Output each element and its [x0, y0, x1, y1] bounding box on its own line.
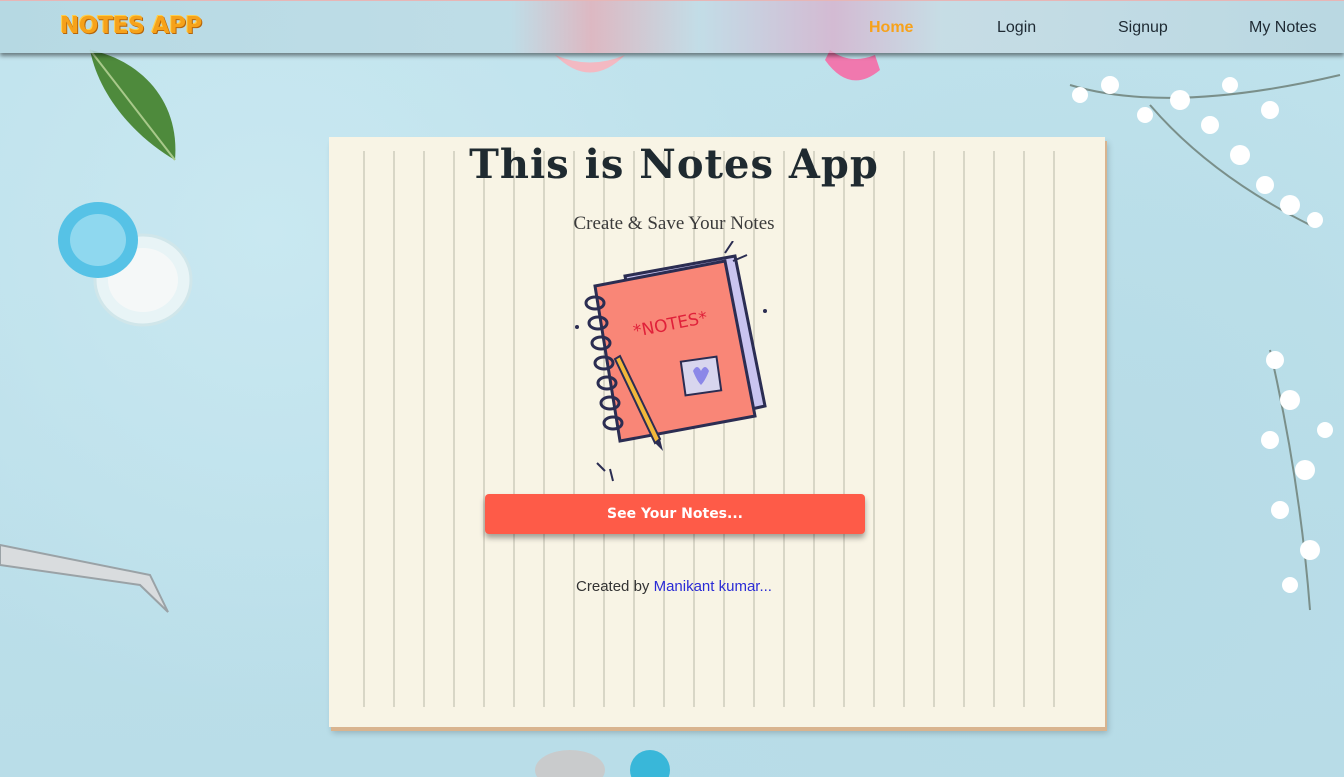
leaf-decoration	[89, 49, 176, 161]
nav-link-signup[interactable]: Signup	[1118, 19, 1168, 37]
tweezers-decoration	[0, 543, 169, 613]
jar-decoration	[58, 202, 193, 327]
nav-link-home[interactable]: Home	[869, 19, 913, 37]
see-your-notes-button[interactable]: See Your Notes...	[485, 494, 865, 534]
flowers-decoration	[1261, 349, 1333, 611]
sponge-decoration	[825, 50, 880, 81]
notebook-card: This is Notes App Create & Save Your Not…	[329, 137, 1105, 727]
credit-prefix: Created by	[576, 578, 650, 595]
page-subtitle: Create & Save Your Notes	[573, 213, 775, 234]
nav-link-login[interactable]: Login	[997, 19, 1036, 37]
author-link[interactable]: Manikant kumar...	[654, 578, 772, 595]
bottom-items-decoration	[535, 750, 670, 777]
page-title: This is Notes App	[469, 141, 879, 188]
nav-link-my-notes[interactable]: My Notes	[1249, 19, 1317, 37]
petal-decoration	[555, 55, 625, 73]
nav-links: Home Login Signup My Notes	[0, 1, 1344, 53]
credit-line: Created by Manikant kumar...	[329, 578, 1019, 595]
notebook-icon: *NOTES*	[575, 241, 767, 482]
navbar: NOTES APP Home Login Signup My Notes	[0, 0, 1344, 53]
